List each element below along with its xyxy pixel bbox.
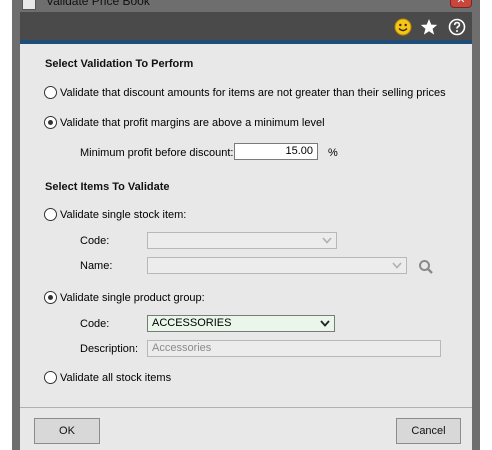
option-discount-label: Validate that discount amounts for items… [60,86,446,99]
discount-radio[interactable] [44,86,57,99]
title-bar[interactable]: Validate Price Book ✕ [12,0,480,12]
product-group-radio[interactable] [44,291,57,304]
option-all-items[interactable]: Validate all stock items [44,371,171,384]
product-group-label: Validate single product group: [60,291,205,304]
margin-radio[interactable] [44,116,57,129]
all-items-label: Validate all stock items [60,371,172,384]
min-profit-input[interactable]: 15.00 [234,143,318,160]
option-margin[interactable]: Validate that profit margins are above a… [44,116,325,129]
group-description-field[interactable]: Accessories [147,340,441,357]
group-code-combo[interactable]: ACCESSORIES [147,315,335,332]
item-name-label: Name: [80,260,113,272]
min-profit-label: Minimum profit before discount: [80,147,234,159]
dialog-footer: OK Cancel [20,407,472,450]
smiley-icon[interactable] [394,18,412,36]
option-margin-label: Validate that profit margins are above a… [60,116,325,129]
option-single-item[interactable]: Validate single stock item: [44,208,186,221]
close-icon: ✕ [456,0,466,6]
validation-header: Select Validation To Perform [45,58,194,70]
group-description-label: Description: [80,343,139,355]
help-icon[interactable] [448,18,466,36]
content-panel: Select Validation To Perform Validate th… [20,44,472,407]
group-code-label: Code: [80,318,110,330]
chevron-down-icon [320,320,330,327]
search-icon[interactable] [418,259,434,275]
chevron-down-icon [322,237,332,244]
items-header: Select Items To Validate [45,181,170,193]
dialog-window: Validate Price Book ✕ Select Validation … [12,0,480,450]
all-items-radio[interactable] [44,371,57,384]
star-icon[interactable] [420,18,438,36]
app-icon [22,0,36,10]
option-discount[interactable]: Validate that discount amounts for items… [44,86,446,99]
ok-button[interactable]: OK [34,418,100,444]
chevron-down-icon [392,262,402,269]
cancel-button[interactable]: Cancel [396,418,461,444]
single-item-radio[interactable] [44,208,57,221]
min-profit-unit: % [328,147,338,159]
item-code-label: Code: [80,235,110,247]
window-title: Validate Price Book [46,0,150,8]
group-code-value: ACCESSORIES [152,317,232,329]
item-code-combo[interactable] [147,232,337,249]
single-item-label: Validate single stock item: [60,208,187,221]
item-name-combo[interactable] [147,257,407,274]
option-product-group[interactable]: Validate single product group: [44,291,205,304]
close-button[interactable]: ✕ [450,0,472,8]
